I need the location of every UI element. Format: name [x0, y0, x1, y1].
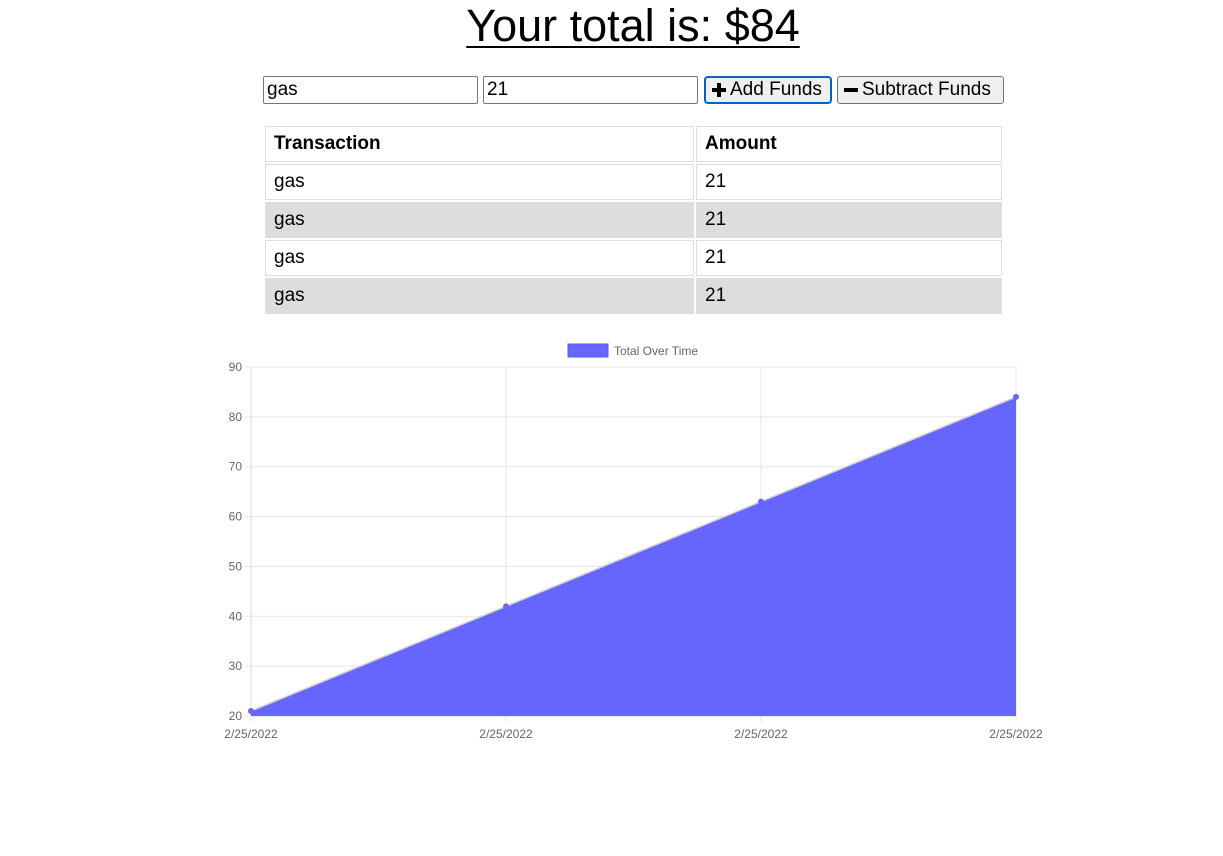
y-tick-label: 60: [229, 510, 243, 524]
x-tick-label: 2/25/2022: [734, 727, 788, 741]
data-point: [1013, 393, 1019, 400]
data-point: [248, 708, 254, 715]
y-tick-label: 40: [229, 609, 243, 623]
legend-swatch: [567, 343, 609, 358]
total-over-time-chart: 20 30 40 50 60 70 80 90 2/25/2022 2/25/2022 2/25/2…: [224, 343, 1043, 741]
data-point: [758, 498, 764, 505]
y-tick-label: 80: [229, 410, 243, 424]
y-tick-label: 30: [229, 659, 243, 673]
legend-label: Total Over Time: [614, 344, 698, 358]
data-point: [503, 603, 509, 610]
budget-page: Your total is: $84 Add Funds Subtract Fu…: [0, 0, 1223, 856]
y-tick-label: 20: [229, 709, 243, 723]
x-tick-label: 2/25/2022: [479, 727, 533, 741]
x-tick-label: 2/25/2022: [224, 727, 278, 741]
y-tick-label: 90: [229, 360, 243, 374]
y-tick-label: 50: [229, 559, 243, 573]
y-tick-label: 70: [229, 460, 243, 474]
x-tick-label: 2/25/2022: [989, 727, 1043, 741]
